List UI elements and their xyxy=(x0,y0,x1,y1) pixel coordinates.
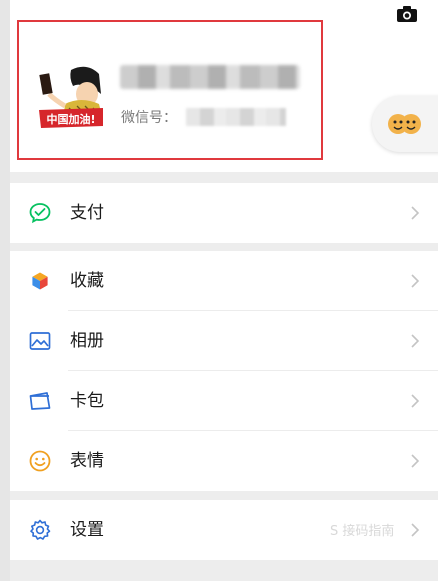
smiley-icon xyxy=(29,450,51,472)
menu-label-settings: 设置 xyxy=(70,520,104,540)
left-edge xyxy=(0,0,10,581)
menu-label-album: 相册 xyxy=(70,331,104,351)
favorites-cube-icon xyxy=(31,271,49,291)
menu-label-favorites: 收藏 xyxy=(70,271,104,291)
camera-icon[interactable] xyxy=(396,5,418,23)
chevron-right-icon xyxy=(411,523,420,537)
status-bubble[interactable] xyxy=(372,96,438,152)
nickname-blurred xyxy=(120,65,300,89)
wechat-id-blurred xyxy=(186,108,286,126)
bottom-gray-area xyxy=(10,562,438,581)
avatar[interactable]: 中国加油! xyxy=(35,60,105,132)
menu-item-album[interactable]: 相册 xyxy=(10,311,438,371)
menu-item-favorites[interactable]: 收藏 xyxy=(10,251,438,311)
watermark: S 接码指南 xyxy=(330,524,395,539)
chevron-right-icon xyxy=(411,394,420,408)
wechat-id-label: 微信号： xyxy=(121,110,177,126)
main-group: 收藏 相册 卡包 表情 xyxy=(10,251,438,491)
chevron-right-icon xyxy=(411,334,420,348)
chevron-right-icon xyxy=(411,206,420,220)
wechat-pay-icon xyxy=(29,203,51,224)
menu-label-cards: 卡包 xyxy=(70,391,104,411)
menu-item-cards[interactable]: 卡包 xyxy=(10,371,438,431)
card-wallet-icon xyxy=(29,392,51,410)
menu-label-pay: 支付 xyxy=(70,203,104,223)
pay-group: 支付 xyxy=(10,183,438,243)
chevron-right-icon xyxy=(411,454,420,468)
gear-icon xyxy=(30,519,51,540)
menu-item-pay[interactable]: 支付 xyxy=(10,183,438,243)
menu-item-stickers[interactable]: 表情 xyxy=(10,431,438,491)
menu-label-stickers: 表情 xyxy=(70,451,104,471)
album-image-icon xyxy=(29,332,51,350)
chevron-right-icon xyxy=(411,274,420,288)
avatar-banner-text: 中国加油! xyxy=(46,112,95,126)
